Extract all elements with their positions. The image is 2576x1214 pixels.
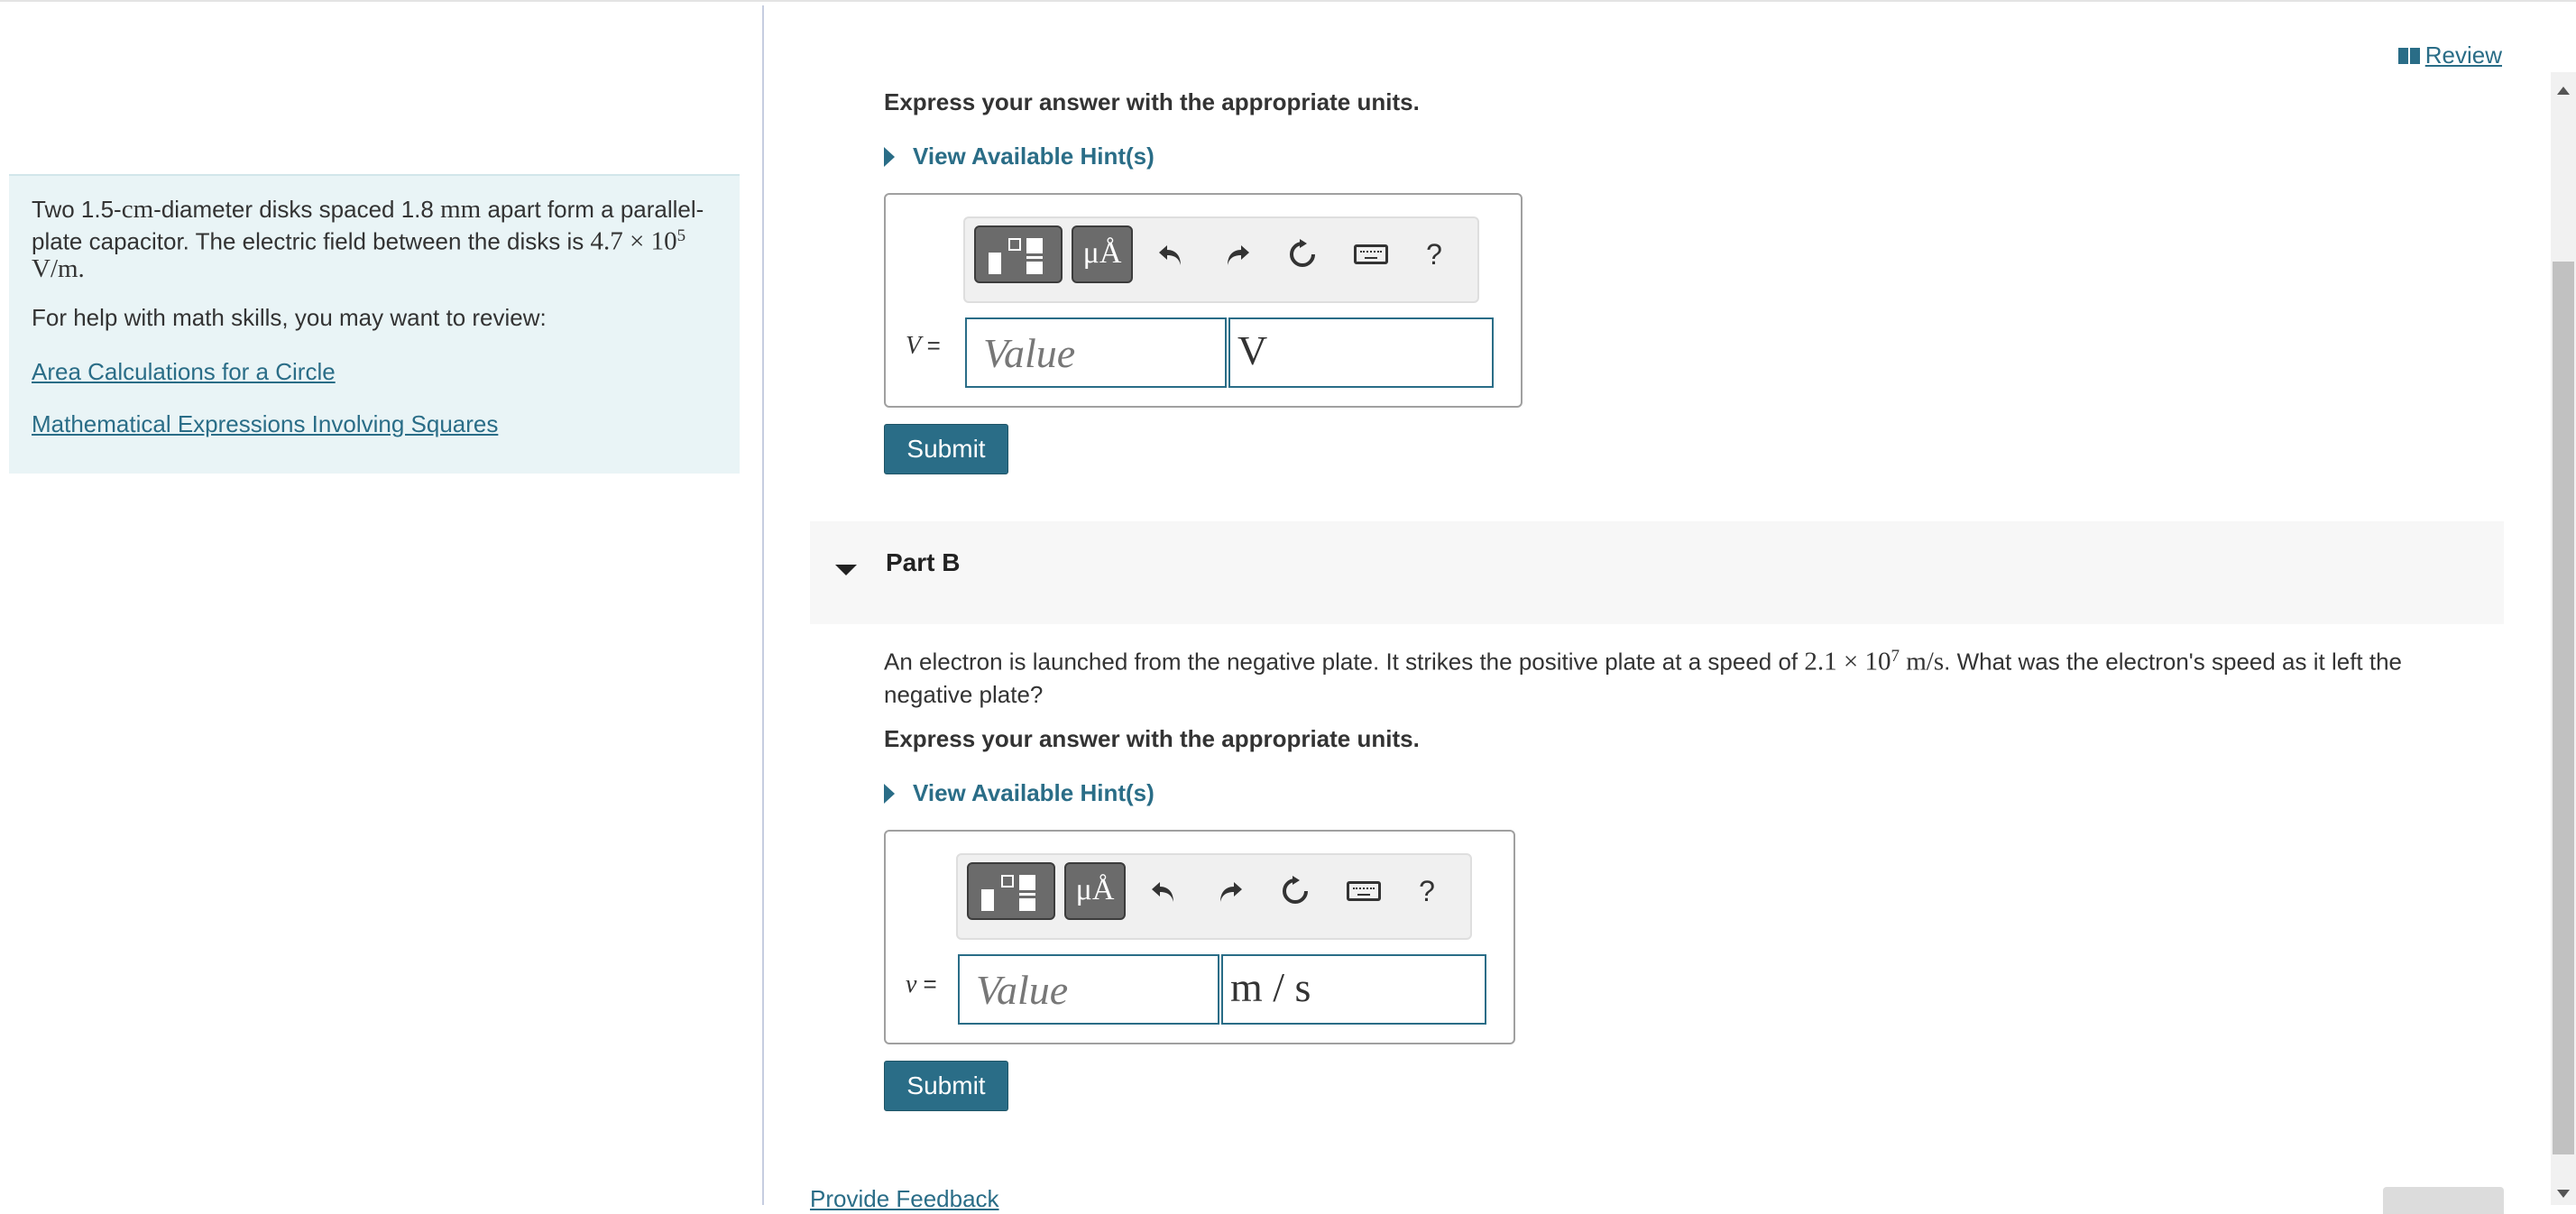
part-a-hint-toggle[interactable]: View Available Hint(s): [884, 143, 1155, 170]
keyboard-icon: [1354, 244, 1388, 264]
part-b-value-input[interactable]: [958, 954, 1219, 1025]
units-button[interactable]: μÅ: [1072, 225, 1133, 283]
templates-button[interactable]: [974, 225, 1063, 283]
part-b-variable-label: v =: [906, 970, 937, 998]
part-b-title: Part B: [886, 548, 961, 576]
part-b-units-instruction: Express your answer with the appropriate…: [884, 725, 1420, 752]
units-icon: μÅ: [1075, 873, 1115, 906]
part-b-submit-button[interactable]: Submit: [884, 1061, 1008, 1111]
part-a-submit-button[interactable]: Submit: [884, 424, 1008, 474]
review-link[interactable]: Review: [2397, 41, 2502, 69]
next-button[interactable]: [2383, 1187, 2504, 1214]
help-text: For help with math skills, you may want …: [32, 303, 547, 331]
reset-icon[interactable]: [1283, 235, 1322, 274]
keyboard-button[interactable]: [1351, 235, 1391, 274]
caret-right-icon: [884, 146, 895, 167]
keyboard-button[interactable]: [1344, 871, 1384, 911]
part-a-toolbar: μÅ ?: [963, 216, 1479, 303]
part-b-header[interactable]: Part B: [810, 521, 2504, 624]
undo-icon[interactable]: [1144, 871, 1183, 911]
part-a-value-input[interactable]: [965, 317, 1227, 388]
problem-intro: Two 1.5-cm-diameter disks spaced 1.8 mm …: [32, 195, 704, 283]
problem-statement-panel: Two 1.5-cm-diameter disks spaced 1.8 mm …: [9, 174, 740, 474]
undo-icon[interactable]: [1151, 235, 1191, 274]
templates-icon: [981, 875, 1043, 911]
redo-icon[interactable]: [1210, 871, 1250, 911]
scroll-down-icon[interactable]: [2557, 1190, 2570, 1198]
link-area-calculations[interactable]: Area Calculations for a Circle: [32, 358, 717, 385]
units-icon: μÅ: [1082, 236, 1122, 270]
caret-right-icon: [884, 783, 895, 804]
part-b-hint-toggle[interactable]: View Available Hint(s): [884, 779, 1155, 807]
caret-down-icon: [835, 565, 857, 575]
part-a-unit-input[interactable]: V: [1228, 317, 1494, 388]
scroll-up-icon[interactable]: [2557, 87, 2570, 95]
help-icon[interactable]: ?: [1407, 871, 1447, 911]
keyboard-icon: [1347, 881, 1381, 901]
book-icon: [2397, 47, 2420, 64]
reset-icon[interactable]: [1275, 871, 1315, 911]
part-b-unit-input[interactable]: m / s: [1221, 954, 1486, 1025]
part-b-answer-box: μÅ ? v = m / s: [884, 830, 1515, 1044]
scroll-thumb[interactable]: [2553, 262, 2574, 1154]
part-a-answer-box: μÅ ? V = V: [884, 193, 1523, 408]
provide-feedback-link[interactable]: Provide Feedback: [810, 1185, 999, 1213]
scrollbar[interactable]: [2551, 72, 2576, 1205]
top-border: [0, 0, 2576, 5]
templates-icon: [989, 238, 1050, 274]
redo-icon[interactable]: [1218, 235, 1257, 274]
link-mathematical-expressions[interactable]: Mathematical Expressions Involving Squar…: [32, 410, 717, 437]
part-b-toolbar: μÅ ?: [956, 853, 1472, 940]
help-icon[interactable]: ?: [1414, 235, 1454, 274]
units-button[interactable]: μÅ: [1064, 862, 1126, 920]
templates-button[interactable]: [967, 862, 1055, 920]
part-b-question: An electron is launched from the negativ…: [884, 647, 2403, 708]
panel-divider: [762, 5, 764, 1205]
part-a-variable-label: V =: [906, 332, 941, 360]
part-a-units-instruction: Express your answer with the appropriate…: [884, 88, 1420, 115]
